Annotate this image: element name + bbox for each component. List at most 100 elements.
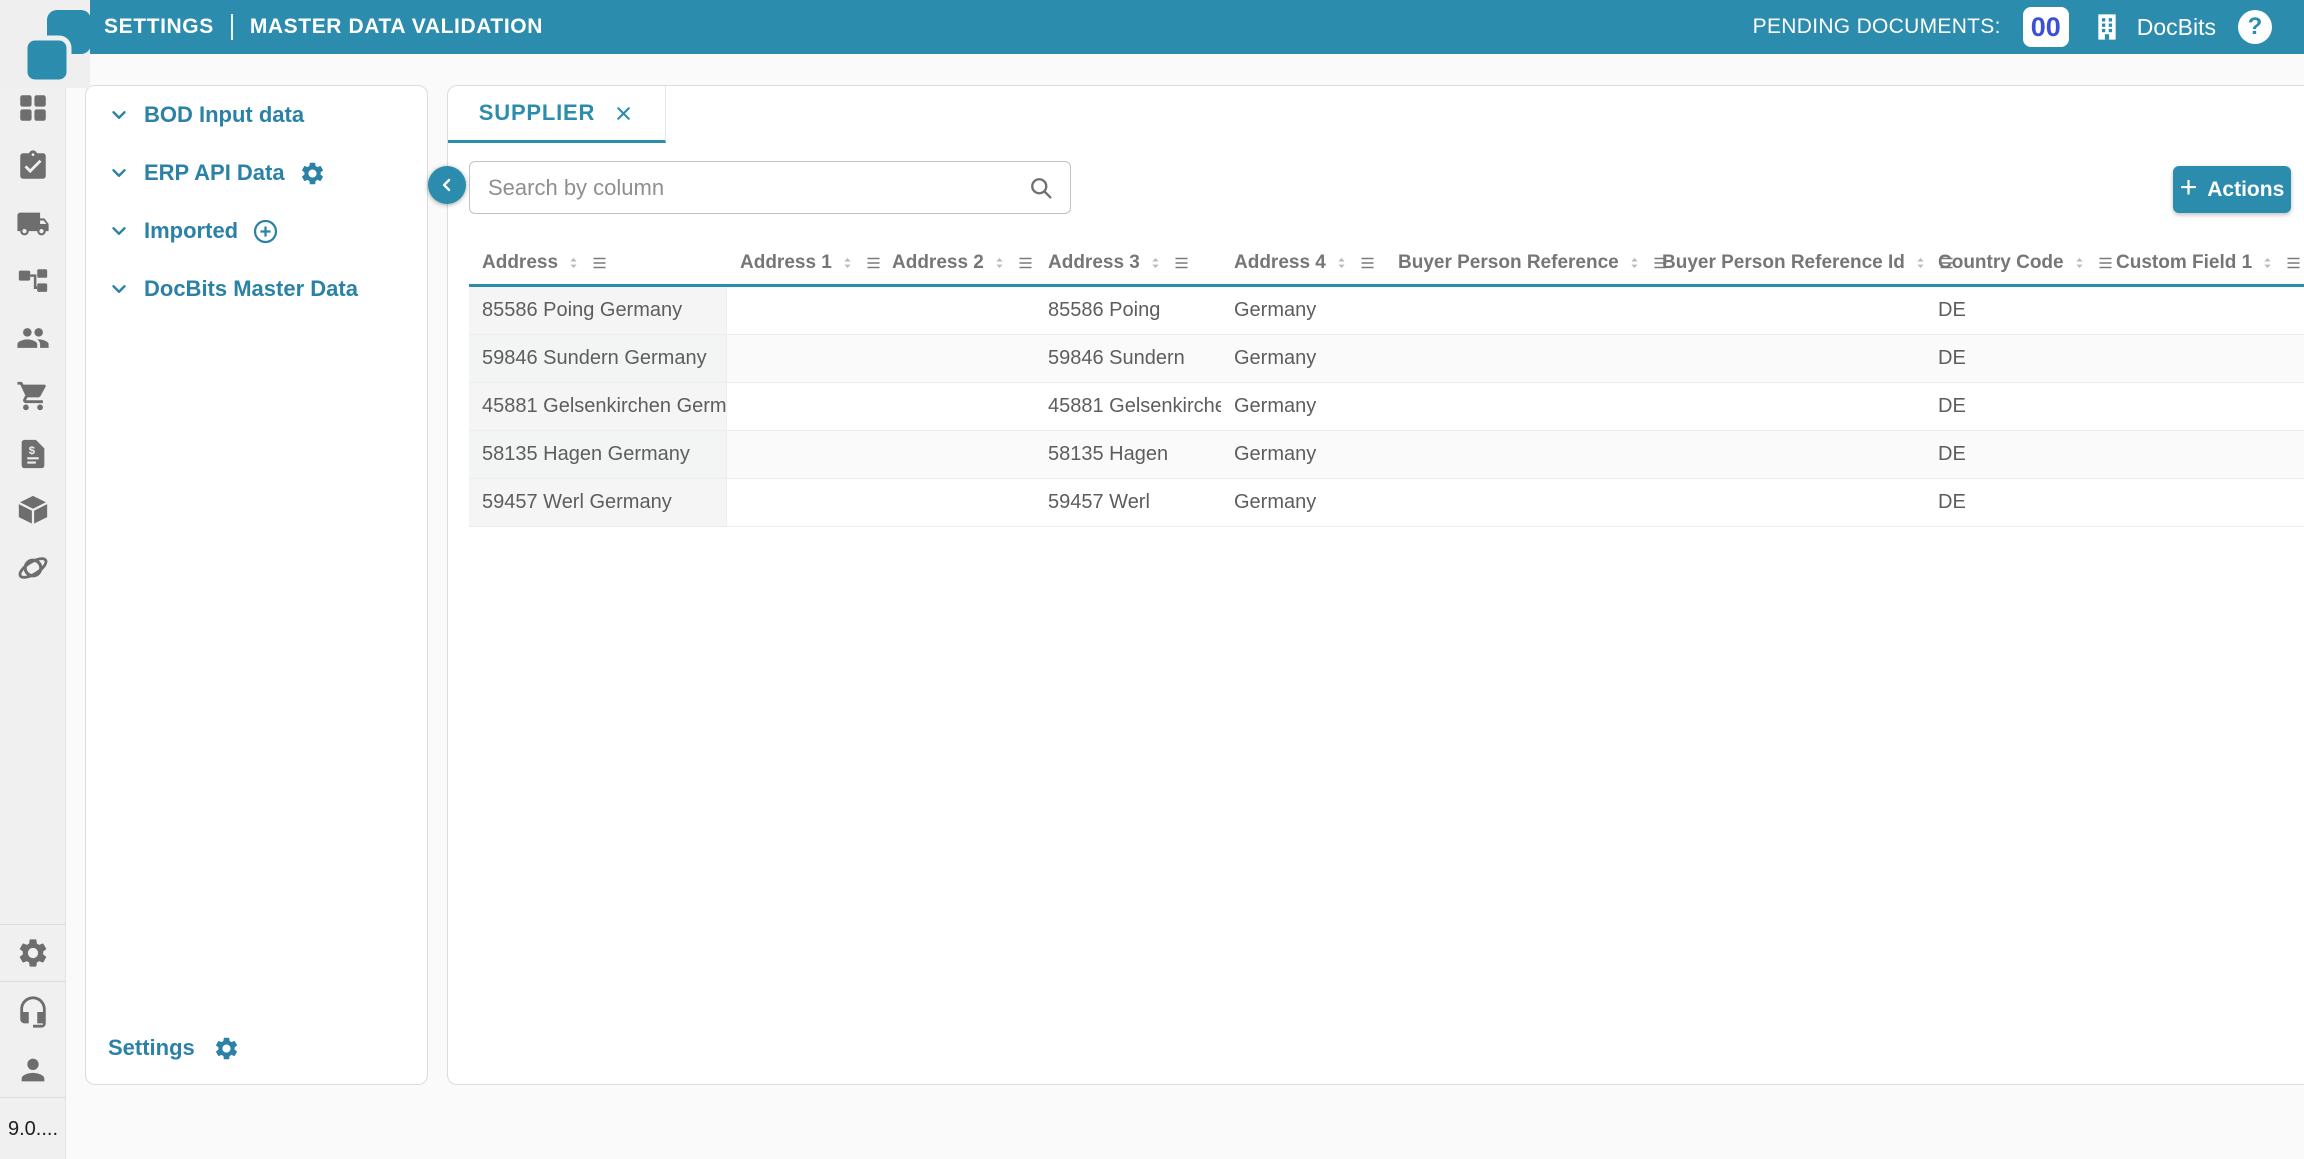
user-profile-icon[interactable] [16, 1053, 50, 1087]
column-header-country-code[interactable]: Country Code [1925, 252, 2103, 274]
cell-address-1 [727, 335, 879, 382]
sort-icon[interactable] [566, 252, 581, 274]
cell-address-4: Germany [1221, 431, 1385, 478]
shipping-truck-icon[interactable] [16, 207, 50, 241]
brand-name: DocBits [2137, 14, 2216, 41]
panel-item-label: Imported [144, 218, 238, 244]
column-header-address[interactable]: Address [469, 252, 727, 274]
column-header-label: Address 1 [740, 252, 832, 274]
breadcrumb-settings[interactable]: SETTINGS [104, 15, 214, 39]
rail-divider [0, 1097, 66, 1098]
package-box-icon[interactable] [16, 493, 50, 527]
sort-icon[interactable] [2072, 252, 2087, 274]
cell-custom-field-1 [2103, 335, 2304, 382]
panel-settings[interactable]: Settings [108, 1028, 240, 1068]
gear-icon[interactable] [213, 1035, 240, 1062]
column-header-label: Address 4 [1234, 252, 1326, 274]
column-menu-icon[interactable] [1171, 254, 1192, 272]
table-header-row: Address Address 1 Address 2 Address 3 Ad [469, 241, 2304, 287]
column-menu-icon[interactable] [1015, 254, 1036, 272]
chevron-down-icon [108, 220, 130, 242]
sort-icon[interactable] [992, 252, 1007, 274]
sort-icon[interactable] [1627, 252, 1642, 274]
cell-address: 45881 Gelsenkirchen Germany [469, 383, 727, 430]
cell-buyer-person-reference [1385, 479, 1649, 526]
column-menu-icon[interactable] [1357, 254, 1378, 272]
cell-address-1 [727, 287, 879, 334]
sort-icon[interactable] [2260, 252, 2275, 274]
panel-item-erp-api-data[interactable]: ERP API Data [86, 144, 427, 202]
column-header-buyer-person-reference-id[interactable]: Buyer Person Reference Id [1649, 252, 1925, 274]
settings-gear-icon[interactable] [16, 936, 50, 970]
shopping-cart-icon[interactable] [16, 379, 50, 413]
rail-divider [0, 924, 66, 925]
cell-address-3: 59846 Sundern [1035, 335, 1221, 382]
cell-buyer-person-reference [1385, 287, 1649, 334]
cell-address-1 [727, 479, 879, 526]
integrations-orbit-icon[interactable] [16, 551, 50, 585]
breadcrumb: SETTINGS MASTER DATA VALIDATION [90, 14, 543, 40]
search-input[interactable] [469, 161, 1071, 214]
cell-address-2 [879, 287, 1035, 334]
table-row[interactable]: 59457 Werl Germany 59457 Werl Germany DE [469, 479, 2304, 527]
docbits-logo [22, 6, 94, 86]
cell-buyer-person-reference-id [1649, 383, 1925, 430]
column-header-custom-field-1[interactable]: Custom Field 1 [2103, 252, 2304, 274]
cell-country-code: DE [1925, 479, 2103, 526]
table-row[interactable]: 45881 Gelsenkirchen Germany 45881 Gelsen… [469, 383, 2304, 431]
cell-country-code: DE [1925, 335, 2103, 382]
sort-icon[interactable] [840, 252, 855, 274]
cell-address: 59457 Werl Germany [469, 479, 727, 526]
main-content-card: SUPPLIER + Actions Address Address 1 Add… [447, 85, 2304, 1085]
search-icon[interactable] [1027, 174, 1055, 202]
column-header-address-4[interactable]: Address 4 [1221, 252, 1385, 274]
table-row[interactable]: 58135 Hagen Germany 58135 Hagen Germany … [469, 431, 2304, 479]
support-headset-icon[interactable] [16, 995, 50, 1029]
dashboard-icon[interactable] [16, 91, 50, 125]
chevron-left-icon [437, 175, 457, 195]
cell-custom-field-1 [2103, 383, 2304, 430]
actions-button[interactable]: + Actions [2173, 166, 2291, 213]
cell-address-2 [879, 431, 1035, 478]
panel-item-docbits-master-data[interactable]: DocBits Master Data [86, 260, 427, 318]
people-icon[interactable] [16, 321, 50, 355]
column-header-address-1[interactable]: Address 1 [727, 252, 879, 274]
cell-buyer-person-reference-id [1649, 479, 1925, 526]
help-icon[interactable]: ? [2238, 10, 2272, 44]
cell-buyer-person-reference [1385, 383, 1649, 430]
cell-country-code: DE [1925, 287, 2103, 334]
sort-icon[interactable] [1334, 252, 1349, 274]
panel-item-label: DocBits Master Data [144, 276, 358, 302]
building-icon [2091, 11, 2123, 43]
tasks-clipboard-icon[interactable] [16, 149, 50, 183]
panel-collapse-button[interactable] [428, 166, 466, 204]
tab-label: SUPPLIER [479, 100, 595, 126]
plus-circle-icon[interactable] [252, 218, 279, 245]
column-menu-icon[interactable] [589, 254, 610, 272]
topbar-right: PENDING DOCUMENTS: 00 DocBits ? [1753, 7, 2304, 47]
column-header-address-3[interactable]: Address 3 [1035, 252, 1221, 274]
cell-address-3: 59457 Werl [1035, 479, 1221, 526]
sort-icon[interactable] [1148, 252, 1163, 274]
close-icon[interactable] [613, 103, 634, 124]
tab-supplier[interactable]: SUPPLIER [448, 86, 666, 143]
org-switcher[interactable]: DocBits [2091, 11, 2216, 43]
table-row[interactable]: 85586 Poing Germany 85586 Poing Germany … [469, 287, 2304, 335]
pending-documents-label: PENDING DOCUMENTS: [1753, 15, 2001, 39]
panel-item-label: ERP API Data [144, 160, 285, 186]
invoice-document-icon[interactable]: $ [16, 437, 50, 471]
cell-address-2 [879, 479, 1035, 526]
workflow-sitemap-icon[interactable] [16, 265, 50, 299]
column-header-label: Address 2 [892, 252, 984, 274]
column-header-buyer-person-reference[interactable]: Buyer Person Reference [1385, 252, 1649, 274]
cell-address-3: 58135 Hagen [1035, 431, 1221, 478]
column-header-address-2[interactable]: Address 2 [879, 252, 1035, 274]
panel-item-imported[interactable]: Imported [86, 202, 427, 260]
cell-address: 58135 Hagen Germany [469, 431, 727, 478]
cell-address-3: 85586 Poing [1035, 287, 1221, 334]
column-menu-icon[interactable] [2283, 254, 2304, 272]
table-row[interactable]: 59846 Sundern Germany 59846 Sundern Germ… [469, 335, 2304, 383]
gear-icon[interactable] [299, 160, 326, 187]
cell-address-2 [879, 335, 1035, 382]
panel-item-bod-input-data[interactable]: BOD Input data [86, 86, 427, 144]
